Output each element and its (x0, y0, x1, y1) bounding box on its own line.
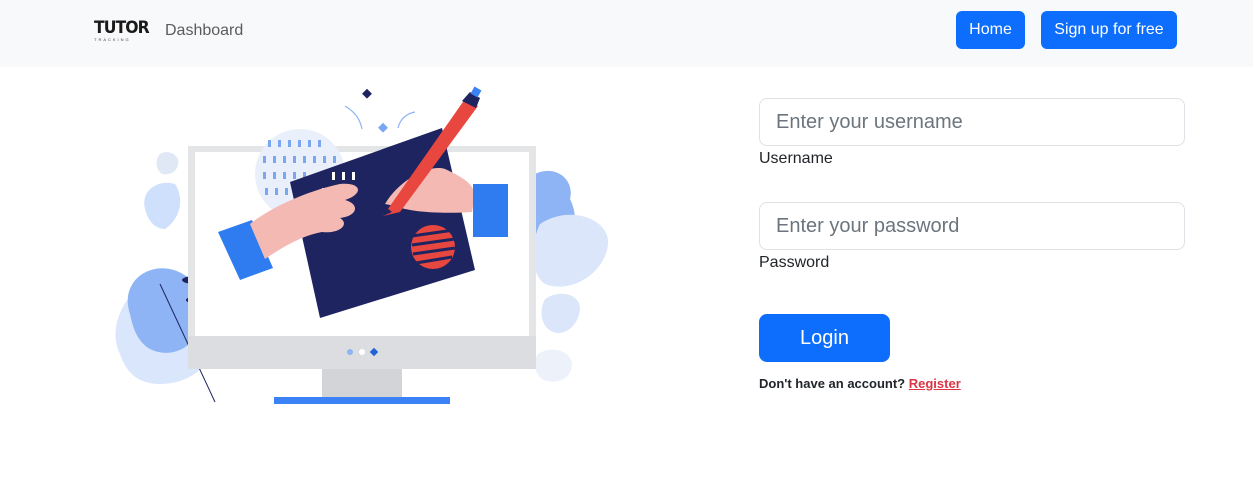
password-input[interactable] (759, 202, 1185, 250)
username-input[interactable] (759, 98, 1185, 146)
signup-button[interactable]: Sign up for free (1041, 11, 1177, 49)
nav-link-dashboard[interactable]: Dashboard (165, 21, 243, 40)
home-button[interactable]: Home (956, 11, 1025, 49)
register-prompt-line: Don't have an account? Register (759, 376, 961, 392)
login-illustration (115, 86, 609, 404)
login-button[interactable]: Login (759, 314, 890, 362)
navbar: TUTOR TRACKING Dashboard Home Sign up fo… (0, 0, 1253, 67)
register-link[interactable]: Register (909, 376, 961, 391)
password-label: Password (759, 254, 830, 271)
register-prompt-text: Don't have an account? (759, 376, 906, 391)
brand-logo[interactable]: TUTOR TRACKING (94, 18, 150, 43)
leaf-right-decoration (527, 170, 609, 382)
username-label: Username (759, 150, 833, 167)
brand-text: TUTOR (94, 18, 150, 38)
floating-shapes (344, 88, 416, 133)
